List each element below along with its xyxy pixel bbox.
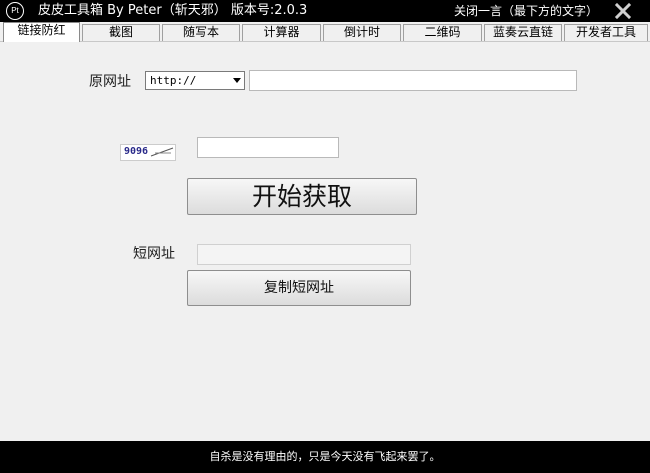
tab-calculator[interactable]: 计算器 <box>242 24 321 41</box>
tab-bar: 链接防红 截图 随写本 计算器 倒计时 二维码 蓝奏云直链 开发者工具 <box>0 22 650 42</box>
tab-developer-tools[interactable]: 开发者工具 <box>564 24 648 41</box>
link-anti-block-panel: 原网址 http:// 9096 开始获取 短网址 复制短网址 <box>0 41 650 441</box>
short-url-output[interactable] <box>197 244 411 265</box>
tab-countdown[interactable]: 倒计时 <box>323 24 401 41</box>
close-quote-link[interactable]: 关闭一言（最下方的文字） <box>454 4 598 18</box>
app-logo-icon: Pt <box>6 2 24 20</box>
start-fetch-button[interactable]: 开始获取 <box>187 178 417 215</box>
captcha-noise-icon <box>150 147 174 157</box>
footer-quote-bar: 自杀是没有理由的，只是今天没有飞起来罢了。 <box>0 441 650 473</box>
copy-short-url-button[interactable]: 复制短网址 <box>187 270 411 306</box>
tab-link-anti-block[interactable]: 链接防红 <box>3 22 80 42</box>
captcha-input[interactable] <box>197 137 339 158</box>
chevron-down-icon <box>233 78 241 83</box>
tab-notepad[interactable]: 随写本 <box>162 24 240 41</box>
tab-lanzou-direct-link[interactable]: 蓝奏云直链 <box>484 24 562 41</box>
protocol-selected-value: http:// <box>150 74 197 87</box>
tab-qrcode[interactable]: 二维码 <box>403 24 482 41</box>
captcha-image[interactable]: 9096 <box>120 144 176 161</box>
title-bar: Pt 皮皮工具箱 By Peter（斩天邪） 版本号:2.0.3 关闭一言（最下… <box>0 0 650 22</box>
close-icon[interactable] <box>613 1 633 21</box>
footer-quote: 自杀是没有理由的，只是今天没有飞起来罢了。 <box>209 450 441 463</box>
app-title: 皮皮工具箱 By Peter（斩天邪） 版本号:2.0.3 <box>38 3 308 18</box>
tab-screenshot[interactable]: 截图 <box>82 24 160 41</box>
original-url-label: 原网址 <box>89 74 131 90</box>
original-url-input[interactable] <box>249 70 577 91</box>
protocol-select[interactable]: http:// <box>145 71 245 90</box>
short-url-label: 短网址 <box>133 246 175 262</box>
